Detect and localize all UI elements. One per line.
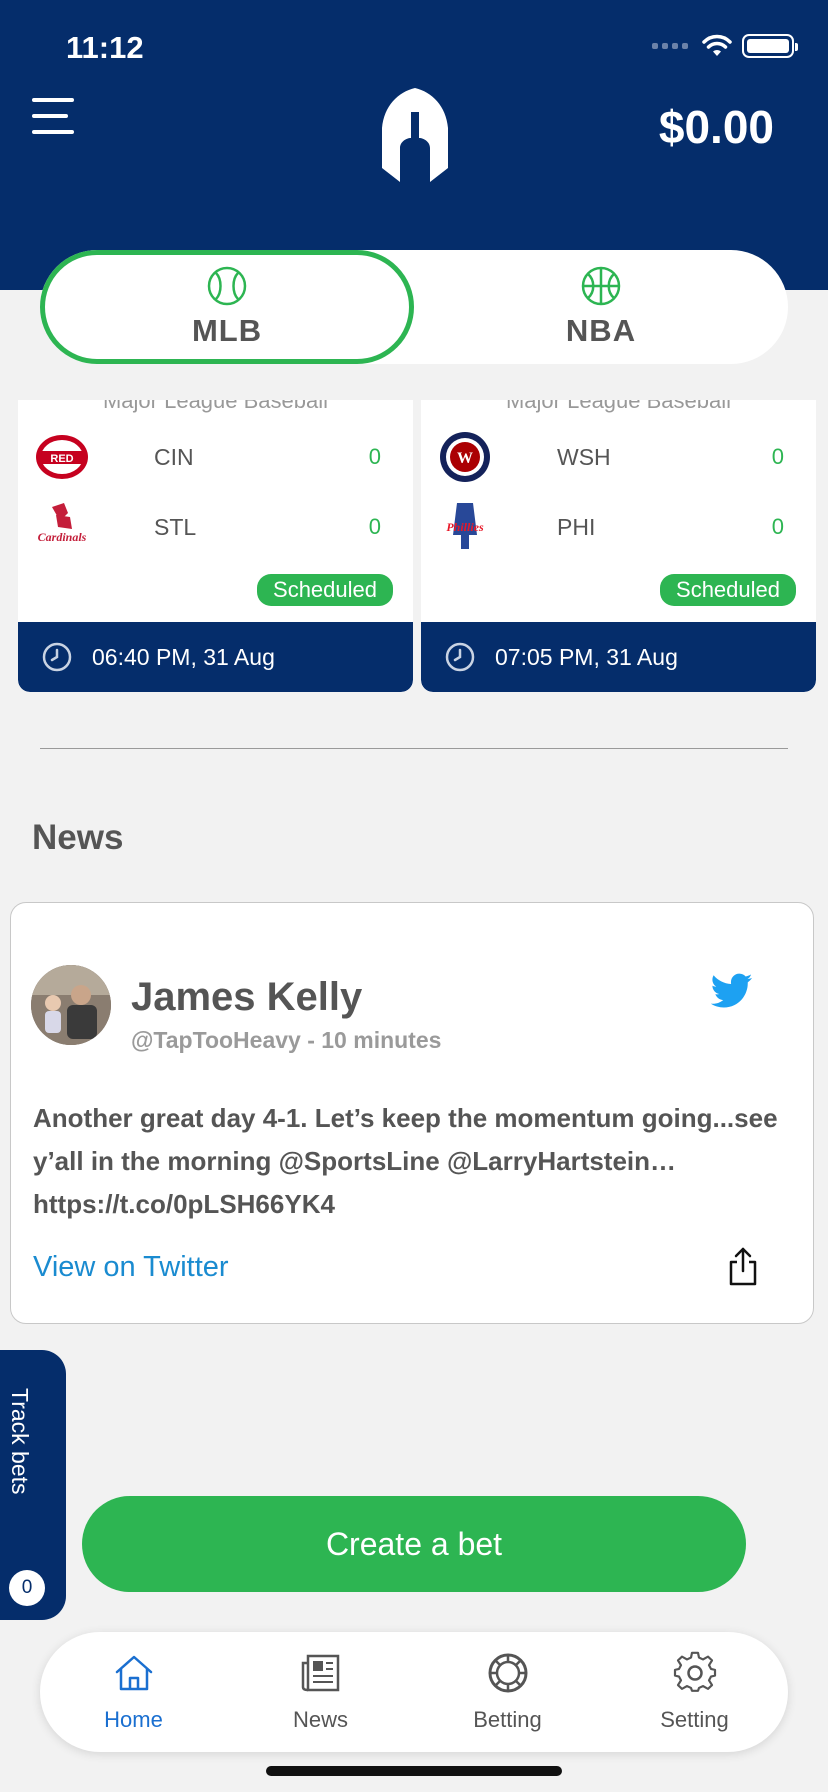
svg-text:W: W xyxy=(457,450,473,467)
nav-betting[interactable]: Betting xyxy=(433,1651,583,1733)
game-time-bar: 07:05 PM, 31 Aug xyxy=(421,622,816,692)
phillies-logo: Phillies xyxy=(446,503,484,549)
tweet-handle: @TapTooHeavy - 10 minutes xyxy=(131,1027,442,1053)
view-on-twitter-link[interactable]: View on Twitter xyxy=(33,1251,229,1284)
section-divider xyxy=(40,748,788,749)
nav-news[interactable]: News xyxy=(246,1651,396,1733)
home-indicator xyxy=(266,1766,562,1776)
team-abbr: WSH xyxy=(557,443,611,470)
avatar xyxy=(31,965,111,1045)
clock-icon xyxy=(445,642,475,672)
news-card[interactable]: James Kelly @TapTooHeavy - 10 minutes An… xyxy=(10,902,814,1324)
signal-icon xyxy=(652,43,688,49)
clock-icon xyxy=(42,642,72,672)
team-row: W WSH 0 xyxy=(421,427,816,487)
svg-text:Phillies: Phillies xyxy=(446,520,484,534)
nav-home[interactable]: Home xyxy=(59,1651,209,1733)
nav-label: Betting xyxy=(473,1707,542,1732)
nationals-logo: W xyxy=(440,432,490,482)
game-card[interactable]: Major League Baseball W WSH 0 Phillies P… xyxy=(421,400,816,692)
nav-label: Setting xyxy=(660,1707,729,1732)
svg-text:RED: RED xyxy=(50,453,73,465)
league-name: Major League Baseball xyxy=(102,400,329,413)
team-abbr: PHI xyxy=(557,513,596,540)
home-icon xyxy=(115,1655,152,1691)
newspaper-icon xyxy=(301,1654,339,1692)
game-time: 06:40 PM, 31 Aug xyxy=(92,643,275,670)
tab-nba[interactable]: NBA xyxy=(414,250,788,364)
team-abbr: CIN xyxy=(154,443,194,470)
bottom-nav: Home News Betting Setting xyxy=(40,1632,788,1752)
tab-mlb[interactable]: MLB xyxy=(40,250,415,364)
sport-tabs: MLB NBA xyxy=(40,250,788,364)
status-badge: Scheduled xyxy=(257,574,393,606)
nav-label: Home xyxy=(104,1707,163,1732)
battery-icon xyxy=(742,34,798,58)
team-score: 0 xyxy=(771,514,784,539)
app-header: 11:12 $0.00 xyxy=(0,0,828,290)
status-badge: Scheduled xyxy=(660,574,796,606)
track-bets-count: 0 xyxy=(9,1570,45,1606)
create-bet-button[interactable]: Create a bet xyxy=(82,1496,746,1592)
team-score: 0 xyxy=(771,444,784,469)
team-score: 0 xyxy=(368,514,381,539)
game-time-bar: 06:40 PM, 31 Aug xyxy=(18,622,413,692)
tab-label: MLB xyxy=(191,313,263,348)
share-icon[interactable] xyxy=(727,1247,759,1287)
svg-text:Cardinals: Cardinals xyxy=(38,530,87,544)
team-score: 0 xyxy=(368,444,381,469)
status-icons xyxy=(652,34,798,58)
team-row: Phillies PHI 0 xyxy=(421,497,816,557)
basketball-icon xyxy=(581,266,621,306)
game-card[interactable]: Major League Baseball RED CIN 0 Cardinal… xyxy=(18,400,413,692)
chip-icon xyxy=(488,1653,527,1693)
news-section-title: News xyxy=(32,818,124,857)
reds-logo: RED xyxy=(36,435,88,479)
spartan-helmet-logo xyxy=(382,88,448,182)
wifi-icon xyxy=(702,34,732,56)
cardinals-logo: Cardinals xyxy=(38,503,87,544)
tweet-text: Another great day 4-1. Let’s keep the mo… xyxy=(33,1103,778,1219)
tweet-author: James Kelly xyxy=(131,975,363,1019)
baseball-icon xyxy=(207,266,247,306)
team-row: RED CIN 0 xyxy=(18,427,413,487)
twitter-icon xyxy=(711,973,753,1008)
league-name: Major League Baseball xyxy=(505,400,732,413)
nav-label: News xyxy=(292,1707,348,1732)
account-balance[interactable]: $0.00 xyxy=(659,100,774,154)
nav-setting[interactable]: Setting xyxy=(620,1651,770,1733)
track-bets-tab[interactable]: Track bets 0 xyxy=(0,1350,66,1620)
gear-icon xyxy=(673,1651,716,1692)
track-bets-label: Track bets xyxy=(7,1388,33,1495)
games-carousel[interactable]: Major League Baseball RED CIN 0 Cardinal… xyxy=(0,400,828,692)
tab-label: NBA xyxy=(565,313,637,348)
game-time: 07:05 PM, 31 Aug xyxy=(495,643,678,670)
status-time: 11:12 xyxy=(66,30,144,65)
team-abbr: STL xyxy=(154,513,197,540)
team-row: Cardinals STL 0 xyxy=(18,497,413,557)
menu-button[interactable] xyxy=(32,98,74,134)
